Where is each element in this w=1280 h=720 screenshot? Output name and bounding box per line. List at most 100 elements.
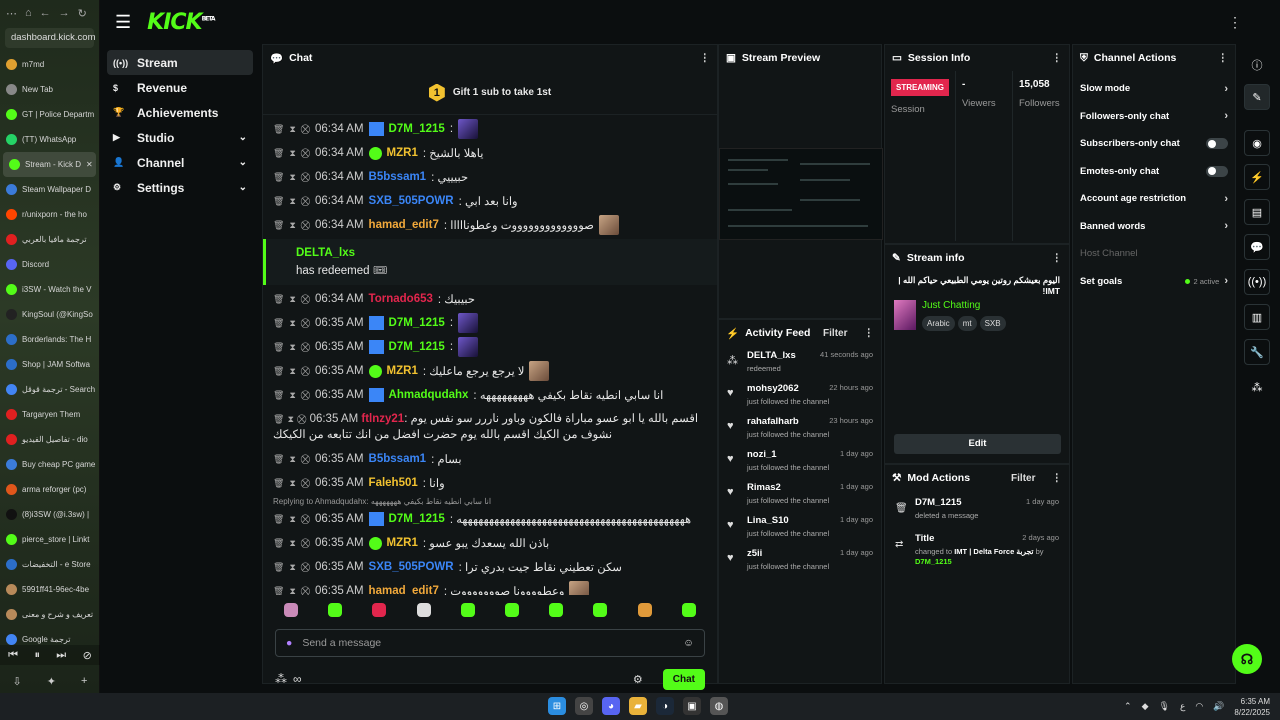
timeout-icon[interactable]: ⧗ bbox=[289, 390, 295, 401]
ban-icon[interactable]: ⛒ bbox=[301, 538, 310, 549]
back-icon[interactable]: ← bbox=[40, 7, 51, 19]
mod-filter-button[interactable]: Filter bbox=[1011, 473, 1035, 484]
pause-icon[interactable]: ⏸ bbox=[34, 649, 40, 662]
browser-tab[interactable]: arma reforger (pc) bbox=[0, 477, 99, 502]
chat-message[interactable]: 🗑 ⧗ ⛒ 06:35 AM MZR1: باذن الله يسعدك يبو عسو bbox=[273, 531, 707, 555]
activity-user[interactable]: rahafalharb bbox=[747, 416, 799, 427]
browser-tab[interactable]: ترجمة مافيا بالعربي bbox=[0, 227, 99, 252]
language-indicator[interactable]: ع bbox=[1180, 701, 1185, 712]
nav-item-settings[interactable]: ⚙ Settings ⌄ bbox=[107, 175, 253, 200]
timeout-icon[interactable]: ⧗ bbox=[289, 318, 295, 329]
quick-emote[interactable] bbox=[681, 603, 696, 617]
search-icon[interactable]: ◎ bbox=[575, 697, 593, 715]
timeout-icon[interactable]: ⧗ bbox=[289, 514, 295, 525]
ban-icon[interactable]: ⛒ bbox=[297, 414, 306, 424]
download-icon[interactable]: ⇩ bbox=[13, 675, 22, 688]
ban-icon[interactable]: ⛒ bbox=[301, 562, 310, 573]
timeout-icon[interactable]: ⧗ bbox=[289, 478, 295, 489]
channel-action-account-age-restriction[interactable]: Account age restriction › bbox=[1073, 185, 1235, 213]
forward-icon[interactable]: → bbox=[59, 7, 70, 19]
delete-message-icon[interactable]: 🗑 bbox=[273, 172, 284, 183]
browser-tab[interactable]: Borderlands: The H bbox=[0, 327, 99, 352]
category-name[interactable]: Just Chatting bbox=[922, 300, 1009, 311]
ban-icon[interactable]: ⛒ bbox=[301, 220, 310, 231]
activity-kebab-icon[interactable]: ⋮ bbox=[864, 327, 875, 339]
delete-message-icon[interactable]: 🗑 bbox=[273, 366, 284, 377]
edit-layout-icon[interactable]: ✎ bbox=[1244, 84, 1270, 110]
ban-icon[interactable]: ⛒ bbox=[301, 454, 310, 465]
activity-item[interactable]: ♥ nozi_1 1 day ago just followed the channe… bbox=[719, 445, 881, 478]
browser-tab[interactable]: pierce_store | Linkt bbox=[0, 527, 99, 552]
browser-icon[interactable]: ◍ bbox=[710, 697, 728, 715]
browser-tab[interactable]: KingSoul (@KingSo bbox=[0, 302, 99, 327]
info-icon[interactable]: ⓘ bbox=[1244, 52, 1270, 78]
activity-item[interactable]: ♥ Rimas2 1 day ago just followed the channe… bbox=[719, 478, 881, 511]
chat-message[interactable]: 🗑 ⧗ ⛒ 06:35 AM MZR1: لا يرجع يرجع ماعليك bbox=[273, 359, 707, 383]
document-icon[interactable]: ▤ bbox=[1244, 199, 1270, 225]
message-username[interactable]: B5bssam1 bbox=[369, 171, 427, 183]
previous-track-icon[interactable]: ⏮ bbox=[8, 649, 18, 662]
chat-message[interactable]: 🗑 ⧗ ⛒ 06:35 AM D7M_1215: bbox=[273, 335, 707, 359]
quick-emote[interactable] bbox=[593, 603, 608, 617]
ban-icon[interactable]: ⛒ bbox=[301, 366, 310, 377]
timeout-icon[interactable]: ⧗ bbox=[289, 196, 295, 207]
browser-tab[interactable]: Discord bbox=[0, 252, 99, 277]
delete-message-icon[interactable]: 🗑 bbox=[273, 294, 284, 305]
chat-message[interactable]: 🗑 ⧗ ⛒ 06:35 AM Faleh501: وانا bbox=[273, 471, 707, 495]
timeout-icon[interactable]: ⧗ bbox=[289, 366, 295, 377]
channel-action-followers-only-chat[interactable]: Followers-only chat › bbox=[1073, 103, 1235, 131]
message-username[interactable]: D7M_1215 bbox=[389, 317, 445, 329]
redeem-tool-icon[interactable]: ⁂ bbox=[1244, 374, 1270, 400]
browser-tab[interactable]: GT | Police Departm bbox=[0, 102, 99, 127]
browser-tab[interactable]: Buy cheap PC game bbox=[0, 452, 99, 477]
chat-message[interactable]: 🗑 ⧗ ⛒ 06:34 AM SXB_505POWR: وانا بعد ابي bbox=[273, 189, 707, 213]
windows-start-icon[interactable]: ⊞ bbox=[548, 697, 566, 715]
channel-actions-kebab-icon[interactable]: ⋮ bbox=[1218, 52, 1229, 64]
chat-message[interactable]: 🗑 ⧗ ⛒ 06:35 AM D7M_1215: bbox=[273, 311, 707, 335]
activity-item[interactable]: ♥ rahafalharb 23 hours ago just followed th… bbox=[719, 412, 881, 445]
nav-item-stream[interactable]: ((•)) Stream bbox=[107, 50, 253, 75]
quick-emote[interactable] bbox=[372, 603, 387, 617]
wrench-icon[interactable]: 🔧 bbox=[1244, 339, 1270, 365]
emoji-icon[interactable]: ☺ bbox=[683, 637, 694, 649]
chat-message[interactable]: 🗑 ⧗ ⛒ 06:34 AM MZR1: ياهلا بالشيخ bbox=[273, 141, 707, 165]
hamburger-menu-icon[interactable]: ☰ bbox=[115, 12, 131, 33]
message-username[interactable]: ftlnzy21 bbox=[361, 413, 404, 425]
browser-tab[interactable]: التخفيضات - e Store bbox=[0, 552, 99, 577]
delete-message-icon[interactable]: 🗑 bbox=[273, 514, 284, 525]
session-kebab-icon[interactable]: ⋮ bbox=[1052, 52, 1063, 64]
activity-item[interactable]: ♥ mohsy2062 22 hours ago just followed the … bbox=[719, 379, 881, 412]
kick-logo[interactable]: KICKBETA bbox=[147, 10, 215, 35]
delete-message-icon[interactable]: 🗑 bbox=[273, 454, 284, 465]
timeout-icon[interactable]: ⧗ bbox=[289, 148, 295, 159]
terminal-icon[interactable]: ▣ bbox=[683, 697, 701, 715]
stream-tag[interactable]: mt bbox=[957, 316, 977, 331]
mute-icon[interactable]: ⊘ bbox=[83, 649, 92, 662]
message-username[interactable]: hamad_edit7 bbox=[369, 219, 439, 231]
timeout-icon[interactable]: ⧗ bbox=[289, 562, 295, 573]
message-username[interactable]: MZR1 bbox=[387, 537, 418, 549]
ban-icon[interactable]: ⛒ bbox=[301, 294, 310, 305]
lightning-tool-icon[interactable]: ⚡ bbox=[1244, 164, 1270, 190]
chat-message[interactable]: 🗑 ⧗ ⛒ 06:35 AM SXB_505POWR: سكن تعطيني نقاط … bbox=[273, 555, 707, 579]
chat-message[interactable]: 🗑 ⧗ ⛒ 06:35 AM D7M_1215: ههههههههههههههههههه… bbox=[273, 507, 707, 531]
camera-icon[interactable]: ◉ bbox=[1244, 130, 1270, 156]
fire-icon[interactable]: ✦ bbox=[47, 675, 56, 688]
chat-kebab-icon[interactable]: ⋮ bbox=[700, 52, 711, 64]
chat-message[interactable]: 🗑 ⧗ ⛒ 06:35 AM B5bssam1: بسام bbox=[273, 447, 707, 471]
quick-emote[interactable] bbox=[637, 603, 652, 617]
browser-tab[interactable]: r/unixporn - the ho bbox=[0, 202, 99, 227]
quick-emote[interactable] bbox=[549, 603, 564, 617]
timeout-icon[interactable]: ⧗ bbox=[289, 220, 295, 231]
timeout-icon[interactable]: ⧗ bbox=[289, 294, 295, 305]
chat-tool-icon[interactable]: 💬 bbox=[1244, 234, 1270, 260]
delete-message-icon[interactable]: 🗑 bbox=[273, 390, 284, 401]
channel-action-subscribers-only-chat[interactable]: Subscribers-only chat bbox=[1073, 130, 1235, 158]
quick-emote[interactable] bbox=[460, 603, 475, 617]
delete-message-icon[interactable]: 🗑 bbox=[273, 538, 284, 549]
folder-icon[interactable]: ▰ bbox=[629, 697, 647, 715]
browser-tab[interactable]: New Tab bbox=[0, 77, 99, 102]
message-username[interactable]: hamad_edit7 bbox=[369, 585, 439, 595]
activity-user[interactable]: Lina_S10 bbox=[747, 515, 789, 526]
browser-tab[interactable]: تفاصيل الفيديو - dio bbox=[0, 427, 99, 452]
